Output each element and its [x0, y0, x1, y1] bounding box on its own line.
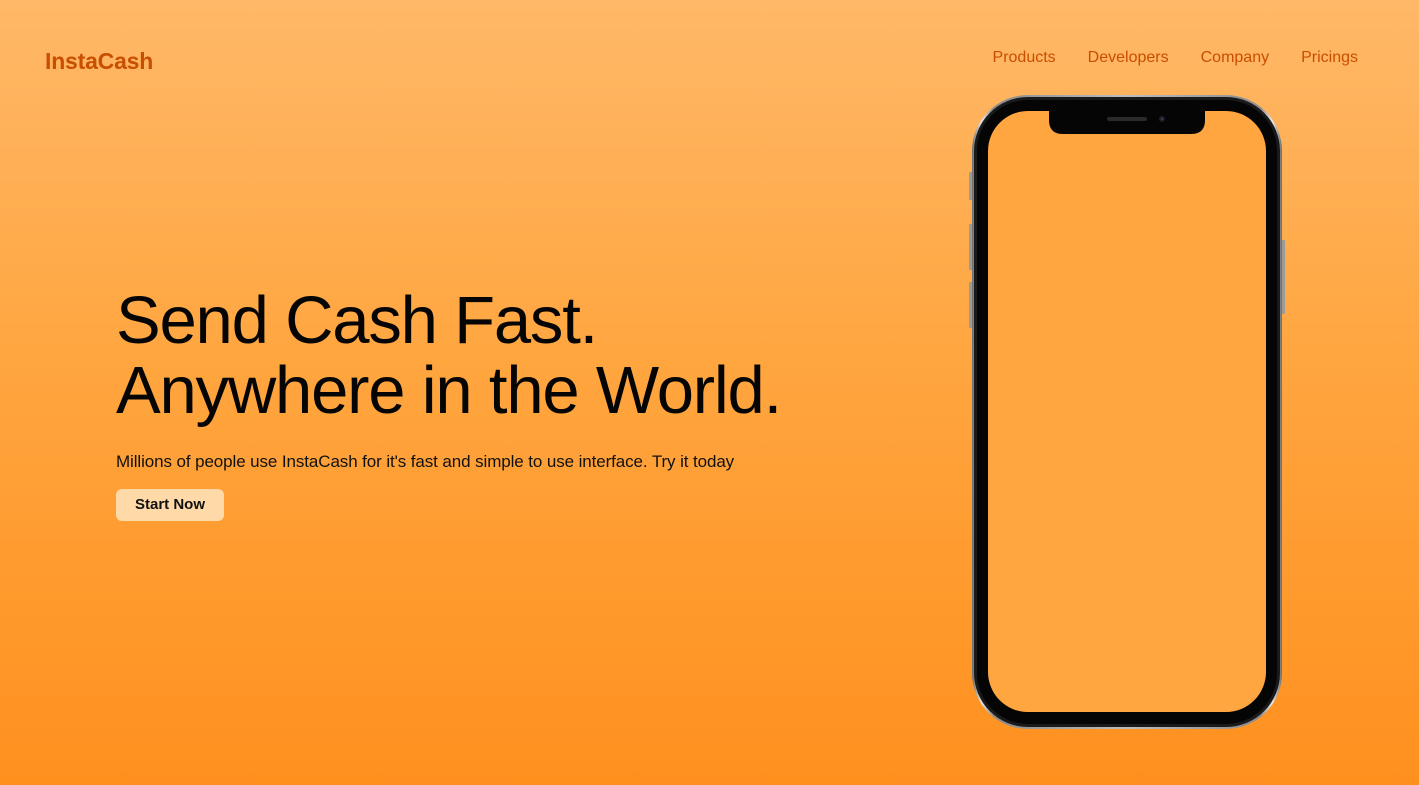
start-now-button[interactable]: Start Now	[116, 489, 225, 521]
brand-logo[interactable]: InstaCash	[45, 48, 153, 75]
hero-headline-line-2: Anywhere in the World.	[116, 353, 782, 428]
top-nav: Products Developers Company Pricings	[993, 49, 1358, 67]
nav-products-link[interactable]: Products	[993, 49, 1056, 67]
nav-company-link[interactable]: Company	[1201, 49, 1269, 67]
smartphone-icon	[969, 95, 1285, 729]
nav-developers-link[interactable]: Developers	[1088, 49, 1169, 67]
phone-mockup	[969, 94, 1285, 730]
hero-subtext: Millions of people use InstaCash for it'…	[116, 452, 735, 471]
hero-headline: Send Cash Fast. Anywhere in the World.	[116, 286, 876, 426]
nav-pricings-link[interactable]: Pricings	[1301, 49, 1358, 67]
hero-section: Send Cash Fast. Anywhere in the World. M…	[116, 286, 876, 521]
hero-headline-line-1: Send Cash Fast.	[116, 283, 598, 358]
